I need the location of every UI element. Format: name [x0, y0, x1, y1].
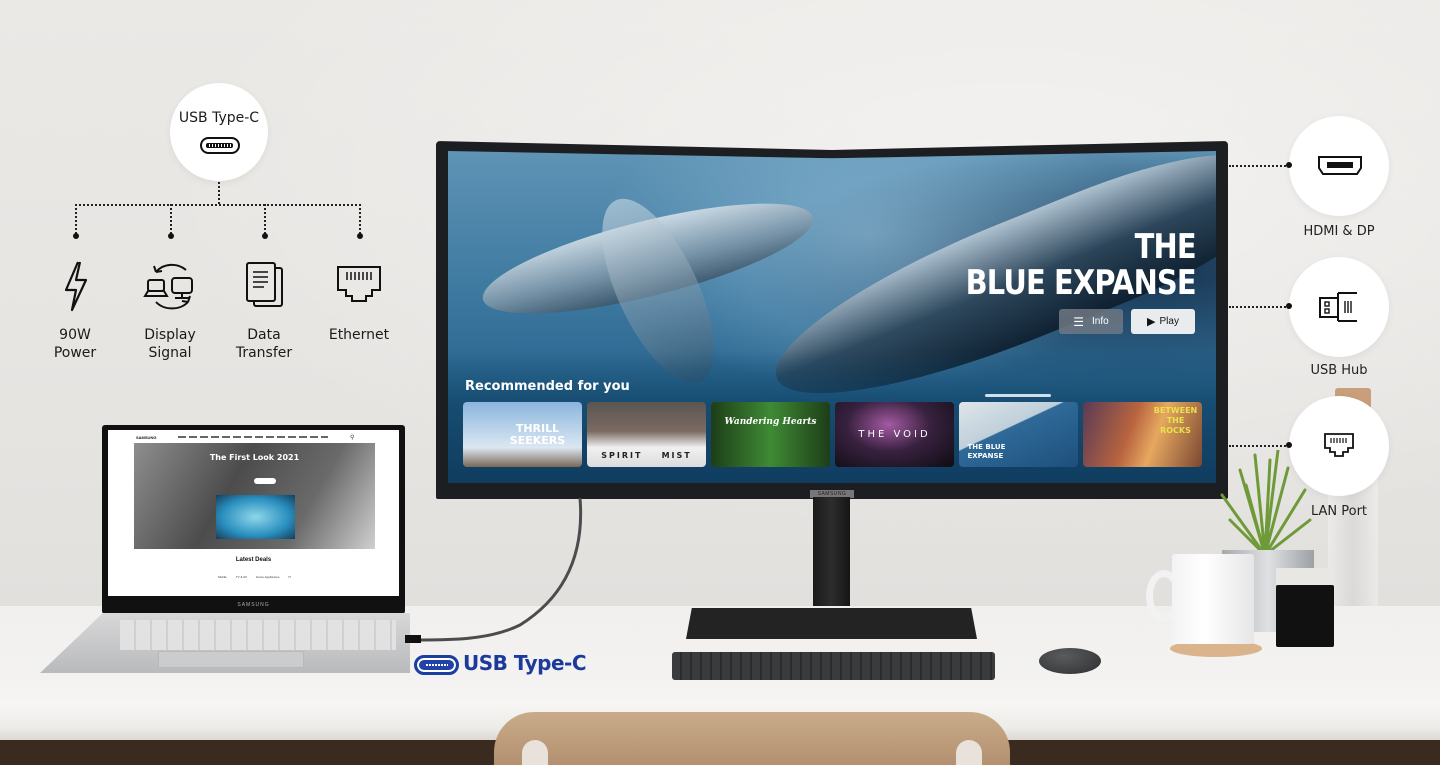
connector-line	[359, 204, 361, 234]
card-title: BETWEEN THE ROCKS	[1153, 405, 1198, 435]
connector-line	[170, 204, 172, 234]
content-card[interactable]: THRILL SEEKERS	[463, 402, 582, 467]
website-tab[interactable]: TV & AV	[236, 575, 247, 579]
display-sync-icon	[143, 263, 193, 310]
chair-back	[494, 712, 1010, 765]
website-tab[interactable]: Mobile	[218, 575, 227, 579]
feature-label-line: Ethernet	[328, 327, 390, 343]
monitor-screen: THE BLUE EXPANSE ☰ Info ▶ Play Recommend…	[448, 151, 1216, 483]
hero-title-line: THE	[1134, 227, 1197, 267]
lan-port-circle	[1289, 396, 1389, 496]
play-icon: ▶	[1147, 316, 1156, 328]
card-title: THE BLUE EXPANSE	[967, 442, 1006, 460]
laptop-screen: SAMSUNG ⚲ The First Look 2021 Latest Dea…	[108, 430, 399, 596]
chair-hole	[956, 740, 982, 765]
coffee-mug	[1172, 554, 1254, 644]
connector-dot	[73, 233, 79, 239]
connector-dot	[168, 233, 174, 239]
feature-label-power: 90W Power	[35, 326, 115, 362]
card-title: THRILL SEEKERS	[509, 421, 566, 447]
website-hero-title: The First Look 2021	[209, 453, 300, 462]
website-section-title: Latest Deals	[235, 557, 272, 563]
website-tab[interactable]: IT	[288, 575, 291, 579]
usb-hub-icon	[1319, 292, 1357, 322]
card-title: THE VOID	[858, 429, 931, 440]
port-label-usb-hub: USB Hub	[1310, 363, 1368, 378]
hdmi-port-circle	[1289, 116, 1389, 216]
card-title: Wandering Hearts	[724, 416, 817, 427]
laptop-brand-logo: SAMSUNG	[237, 602, 270, 608]
usb-c-connection-label: USB Type-C	[463, 651, 587, 675]
content-card[interactable]: THE VOID	[835, 402, 954, 467]
website-cta-button[interactable]	[254, 478, 276, 484]
laptop-keyboard	[120, 620, 396, 650]
wireless-mouse	[1039, 648, 1101, 674]
website-tv-image	[216, 495, 295, 539]
play-button-label: Play	[1159, 316, 1179, 327]
content-card[interactable]: Wandering Hearts	[711, 402, 830, 467]
document-copy-icon	[246, 262, 283, 307]
search-icon: ⚲	[350, 435, 355, 441]
port-label-hdmi-dp: HDMI & DP	[1303, 224, 1375, 239]
card-title: SPIRIT MIST	[601, 451, 692, 460]
play-button[interactable]: ▶ Play	[1131, 309, 1195, 334]
connector-dot	[262, 233, 268, 239]
feature-label-line: Signal	[148, 345, 192, 361]
menu-icon: ☰	[1073, 314, 1085, 329]
website-logo: SAMSUNG	[136, 435, 157, 440]
connector-dot	[1286, 442, 1292, 448]
carousel-indicator	[985, 394, 1051, 397]
feature-label-display-signal: Display Signal	[130, 326, 210, 362]
feature-label-ethernet: Ethernet	[314, 326, 404, 344]
website-tabs: Mobile TV & AV Home Appliances IT	[218, 575, 291, 579]
feature-label-line: 90W	[59, 327, 91, 343]
connector-line	[1229, 306, 1289, 308]
content-card[interactable]: THE BLUE EXPANSE	[959, 402, 1078, 467]
connector-dot	[1286, 162, 1292, 168]
usb-c-source-circle: USB Type-C	[170, 83, 268, 181]
feature-label-line: Transfer	[235, 345, 293, 361]
lightning-bolt-icon	[64, 261, 88, 312]
storage-box	[1276, 585, 1334, 647]
feature-label-line: Display	[144, 327, 196, 343]
connector-dot	[357, 233, 363, 239]
connector-line	[75, 204, 77, 234]
connector-line	[1229, 165, 1289, 167]
hero-title: THE BLUE EXPANSE	[965, 227, 1197, 303]
connector-line	[264, 204, 266, 234]
feature-label-line: Power	[53, 345, 97, 361]
connector-line	[75, 204, 361, 206]
website-nav	[178, 436, 328, 438]
chair-hole	[522, 740, 548, 765]
ethernet-port-icon	[337, 266, 381, 302]
info-button[interactable]: ☰ Info	[1059, 309, 1123, 334]
content-card[interactable]: SPIRIT MIST	[587, 402, 706, 467]
connector-dot	[1286, 303, 1292, 309]
wireless-keyboard	[672, 652, 995, 680]
lan-port-icon	[1324, 433, 1354, 457]
recommended-section-title: Recommended for you	[465, 379, 630, 394]
website-hero-banner: The First Look 2021	[134, 443, 375, 549]
connector-line	[218, 182, 220, 204]
hero-title-line: BLUE EXPANSE	[965, 263, 1197, 303]
hdmi-port-icon	[1318, 156, 1362, 175]
port-label-lan-port: LAN Port	[1310, 504, 1368, 519]
laptop-trackpad	[158, 651, 304, 668]
feature-label-line: Data	[247, 327, 281, 343]
connector-line	[1229, 445, 1289, 447]
usb-c-port-icon	[414, 655, 459, 675]
content-card[interactable]: BETWEEN THE ROCKS	[1083, 402, 1202, 467]
monitor-stand-neck	[813, 497, 850, 612]
usb-hub-circle	[1289, 257, 1389, 357]
info-button-label: Info	[1092, 316, 1109, 327]
usb-c-port-icon	[200, 137, 240, 154]
usb-c-source-label: USB Type-C	[178, 110, 260, 126]
website-tab[interactable]: Home Appliances	[256, 575, 279, 579]
monitor-stand-base	[686, 608, 977, 639]
feature-label-data-transfer: Data Transfer	[224, 326, 304, 362]
